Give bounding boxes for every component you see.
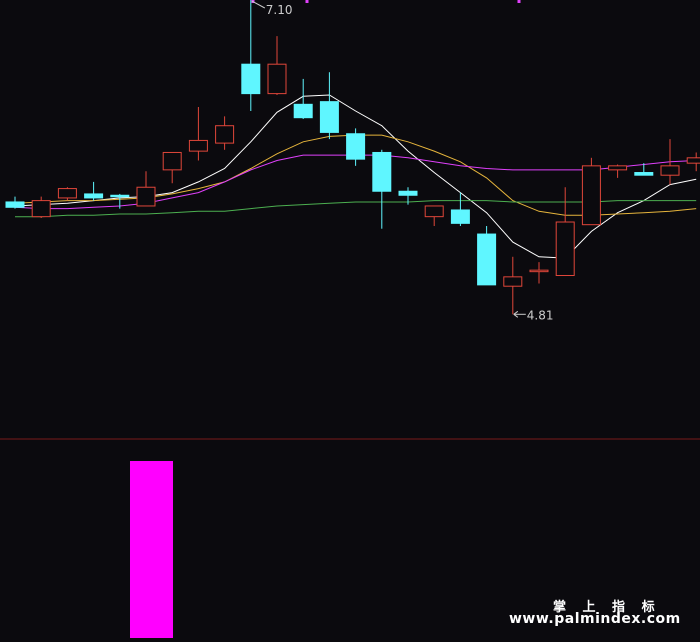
candle-body	[450, 209, 470, 224]
candle	[84, 181, 104, 201]
candle-body	[634, 172, 654, 176]
candle-body	[581, 165, 601, 226]
candle	[162, 151, 182, 184]
candle	[31, 196, 51, 218]
annotation-high-label: 7.10	[266, 3, 293, 17]
candle	[136, 171, 156, 207]
candle	[241, 0, 261, 112]
candle	[372, 149, 392, 229]
candle-body	[398, 190, 418, 196]
candle	[215, 116, 235, 150]
candle	[555, 187, 575, 277]
candle	[503, 256, 523, 315]
indicator-pane	[130, 461, 173, 638]
candle-body	[136, 186, 156, 207]
candle-body	[188, 139, 208, 152]
candle	[267, 36, 287, 95]
candle-body	[424, 205, 444, 218]
candle-body	[215, 125, 235, 144]
candle-body	[555, 221, 575, 277]
candle	[529, 262, 549, 284]
candle-body	[608, 165, 628, 171]
candle-body	[346, 133, 366, 160]
top-marker	[305, 0, 309, 3]
candle-body	[267, 63, 287, 95]
price-annotations: 7.10 4.81	[251, 0, 554, 322]
candle-body	[84, 193, 104, 199]
candle-body	[57, 188, 77, 199]
candle	[319, 72, 339, 140]
candle-body	[660, 165, 680, 176]
candle	[57, 187, 77, 201]
candle	[346, 128, 366, 166]
candle-body	[477, 233, 497, 286]
candle	[188, 106, 208, 161]
candles	[5, 0, 700, 315]
candle-body	[31, 200, 51, 218]
annotation-low-label: 4.81	[527, 308, 554, 322]
candle	[424, 205, 444, 227]
indicator-bar	[130, 461, 173, 638]
candle	[581, 157, 601, 226]
candle-body	[293, 103, 313, 119]
candle	[5, 196, 25, 209]
candle-body	[503, 276, 523, 287]
candle-body	[5, 201, 25, 208]
annotation-leader	[251, 0, 266, 9]
candle-body	[241, 63, 261, 95]
candle	[608, 164, 628, 178]
candle-body	[529, 269, 549, 273]
candlestick-chart: 7.10 4.81	[0, 0, 700, 638]
candle	[477, 226, 497, 286]
candle-body	[319, 101, 339, 133]
candle	[686, 152, 700, 172]
candle	[293, 78, 313, 120]
watermark-url: www.palmindex.com	[509, 611, 681, 627]
candle-body	[372, 151, 392, 192]
candle-body	[110, 194, 130, 198]
top-marker	[517, 0, 521, 3]
candle-body	[686, 157, 700, 164]
candle-body	[162, 151, 182, 171]
